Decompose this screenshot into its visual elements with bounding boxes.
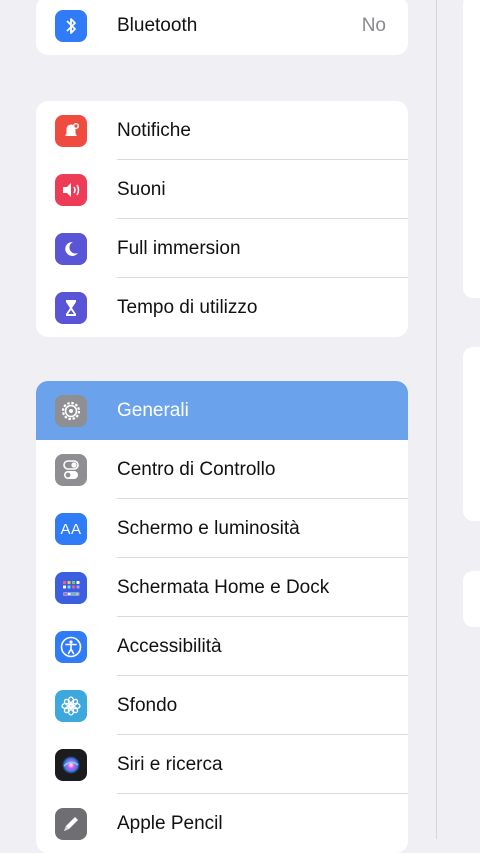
sidebar-item-label: Full immersion bbox=[117, 237, 241, 259]
settings-group-connectivity: Bluetooth No bbox=[36, 0, 408, 55]
sidebar-item-tempo-di-utilizzo[interactable]: Tempo di utilizzo bbox=[36, 278, 408, 337]
sidebar-item-bluetooth[interactable]: Bluetooth No bbox=[36, 0, 408, 55]
sidebar-item-label: Suoni bbox=[117, 178, 166, 200]
detail-card bbox=[463, 571, 480, 627]
sidebar-item-centro-di-controllo[interactable]: Centro di Controllo bbox=[36, 440, 408, 499]
notifications-icon bbox=[55, 115, 87, 147]
sidebar-item-label: Siri e ricerca bbox=[117, 753, 223, 775]
sidebar-item-label: Schermata Home e Dock bbox=[117, 576, 330, 598]
gear-icon bbox=[55, 395, 87, 427]
sidebar-item-accessibilita[interactable]: Accessibilità bbox=[36, 617, 408, 676]
sidebar-item-sfondo[interactable]: Sfondo bbox=[36, 676, 408, 735]
sidebar-item-siri-e-ricerca[interactable]: Siri e ricerca bbox=[36, 735, 408, 794]
toggles-icon bbox=[55, 454, 87, 486]
hourglass-icon bbox=[55, 292, 87, 324]
sidebar-item-label: Notifiche bbox=[117, 119, 191, 141]
sidebar-item-suoni[interactable]: Suoni bbox=[36, 160, 408, 219]
detail-pane bbox=[437, 0, 480, 839]
sidebar-item-label: Tempo di utilizzo bbox=[117, 296, 258, 318]
moon-icon bbox=[55, 233, 87, 265]
sidebar-item-label: Generali bbox=[117, 399, 189, 421]
sidebar-item-schermata-home-e-dock[interactable]: Schermata Home e Dock bbox=[36, 558, 408, 617]
sidebar-item-schermo-e-luminosita[interactable]: AA Schermo e luminosità bbox=[36, 499, 408, 558]
bluetooth-status-value: No bbox=[361, 14, 386, 36]
sidebar-item-label: Bluetooth bbox=[117, 14, 198, 36]
detail-card bbox=[463, 347, 480, 521]
siri-icon bbox=[55, 749, 87, 781]
app-grid-icon bbox=[55, 572, 87, 604]
sidebar-item-full-immersion[interactable]: Full immersion bbox=[36, 219, 408, 278]
detail-card bbox=[463, 0, 480, 298]
text-size-icon: AA bbox=[55, 513, 87, 545]
sidebar-item-notifiche[interactable]: Notifiche bbox=[36, 101, 408, 160]
sidebar-item-apple-pencil[interactable]: Apple Pencil bbox=[36, 794, 408, 853]
settings-group-general: Generali Centro di Controllo AA Schermo … bbox=[36, 381, 408, 853]
settings-group-notifications: Notifiche Suoni Full immersion Tempo di … bbox=[36, 101, 408, 337]
pencil-icon bbox=[55, 808, 87, 840]
bluetooth-icon bbox=[55, 10, 87, 42]
accessibility-icon bbox=[55, 631, 87, 663]
settings-sidebar: Bluetooth No Notifiche Suoni Full immers… bbox=[0, 0, 436, 853]
sidebar-item-label: Sfondo bbox=[117, 694, 178, 716]
sidebar-item-label: Schermo e luminosità bbox=[117, 517, 300, 539]
flower-icon bbox=[55, 690, 87, 722]
sidebar-item-label: Apple Pencil bbox=[117, 812, 223, 834]
sidebar-item-generali[interactable]: Generali bbox=[36, 381, 408, 440]
speaker-icon bbox=[55, 174, 87, 206]
sidebar-item-label: Accessibilità bbox=[117, 635, 222, 657]
sidebar-item-label: Centro di Controllo bbox=[117, 458, 276, 480]
